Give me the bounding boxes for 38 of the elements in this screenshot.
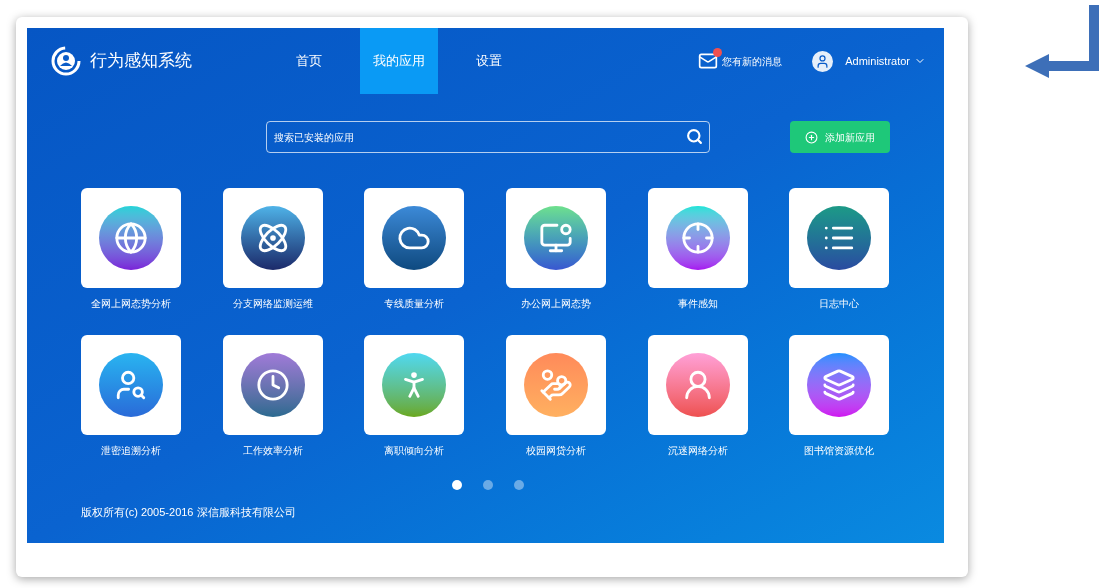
app-label: 分支网络监测运维: [231, 297, 314, 311]
logo-icon: [50, 45, 82, 77]
app-tile[interactable]: [81, 335, 181, 435]
app-tile[interactable]: [789, 188, 890, 288]
app-tile[interactable]: [364, 335, 465, 435]
app-label: 离职倾向分析: [383, 444, 446, 458]
app-label: 沉迷网络分析: [666, 444, 729, 458]
app-tile[interactable]: [364, 188, 465, 288]
search-icon[interactable]: [686, 128, 703, 145]
app-tile[interactable]: [647, 335, 748, 435]
mail-icon[interactable]: [698, 51, 719, 71]
app-label: 日志中心: [818, 297, 861, 311]
app-label: 专线质量分析: [383, 297, 446, 311]
app-tile[interactable]: [789, 335, 890, 435]
app-tile[interactable]: [222, 335, 323, 435]
elbow-arrow-icon: [1025, 5, 1101, 78]
nav-tab[interactable]: 设置: [450, 28, 528, 94]
copyright-text: 版权所有(c) 2005-2016 深信服科技有限公司: [81, 505, 297, 520]
app-label: 校园网贷分析: [525, 444, 587, 458]
nav-tab[interactable]: 我的应用: [360, 28, 438, 94]
app-title: 行为感知系统: [90, 50, 193, 73]
user-menu[interactable]: Administrator: [845, 52, 926, 70]
avatar-icon: [812, 50, 834, 72]
app-tile[interactable]: [506, 188, 606, 288]
app-label: 办公网上网态势: [520, 297, 592, 311]
app-label: 全网上网态势分析: [90, 297, 172, 311]
app-label: 图书馆资源优化: [803, 444, 876, 458]
app-tile[interactable]: [222, 188, 323, 288]
app-tile[interactable]: [647, 188, 748, 288]
app-tile[interactable]: [81, 188, 181, 288]
nav-tab[interactable]: 首页: [270, 28, 348, 94]
search-field[interactable]: 搜索已安装的应用: [266, 121, 710, 153]
app-label: 工作效率分析: [241, 444, 304, 458]
app-label: 泄密追溯分析: [100, 444, 162, 458]
plus-icon: [805, 130, 818, 144]
app-label: 事件感知: [676, 297, 719, 311]
messages-link[interactable]: 您有新的消息: [722, 53, 783, 69]
app-tile[interactable]: [506, 335, 606, 435]
